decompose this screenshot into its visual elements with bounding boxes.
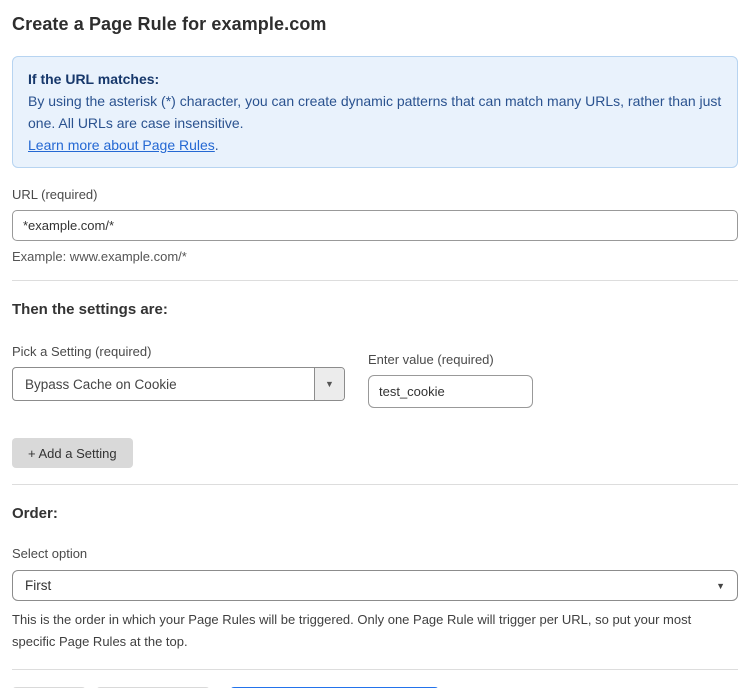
divider xyxy=(12,669,738,670)
setting-select-value: Bypass Cache on Cookie xyxy=(13,368,314,400)
setting-label: Pick a Setting (required) xyxy=(12,344,345,359)
create-page-rule-form: Create a Page Rule for example.com If th… xyxy=(0,0,750,688)
settings-row: Pick a Setting (required) Bypass Cache o… xyxy=(12,344,738,408)
info-box-body: By using the asterisk (*) character, you… xyxy=(28,90,722,134)
order-section-heading: Order: xyxy=(12,505,738,522)
order-select-value: First xyxy=(25,578,51,593)
order-helper-text: This is the order in which your Page Rul… xyxy=(12,609,738,653)
url-label: URL (required) xyxy=(12,187,738,202)
learn-more-link[interactable]: Learn more about Page Rules xyxy=(28,137,215,153)
url-match-info-box: If the URL matches: By using the asteris… xyxy=(12,56,738,168)
url-input[interactable] xyxy=(12,210,738,241)
divider xyxy=(12,484,738,485)
divider xyxy=(12,280,738,281)
settings-section-heading: Then the settings are: xyxy=(12,301,738,318)
add-setting-button[interactable]: + Add a Setting xyxy=(12,438,133,468)
setting-value-input[interactable] xyxy=(368,375,533,408)
caret-down-icon: ▼ xyxy=(716,581,725,591)
url-helper-text: Example: www.example.com/* xyxy=(12,249,738,264)
info-box-body-text: By using the asterisk (*) character, you… xyxy=(28,93,721,131)
setting-select[interactable]: Bypass Cache on Cookie ▼ xyxy=(12,367,345,401)
info-box-link-line: Learn more about Page Rules. xyxy=(28,134,722,156)
value-label: Enter value (required) xyxy=(368,352,533,367)
setting-value-column: Enter value (required) xyxy=(368,352,533,408)
setting-picker-column: Pick a Setting (required) Bypass Cache o… xyxy=(12,344,345,408)
page-title: Create a Page Rule for example.com xyxy=(12,14,738,35)
order-select-label: Select option xyxy=(12,546,738,561)
order-select[interactable]: First ▼ xyxy=(12,570,738,601)
link-suffix: . xyxy=(215,137,219,153)
caret-down-icon[interactable]: ▼ xyxy=(314,368,344,400)
info-box-heading: If the URL matches: xyxy=(28,68,722,90)
